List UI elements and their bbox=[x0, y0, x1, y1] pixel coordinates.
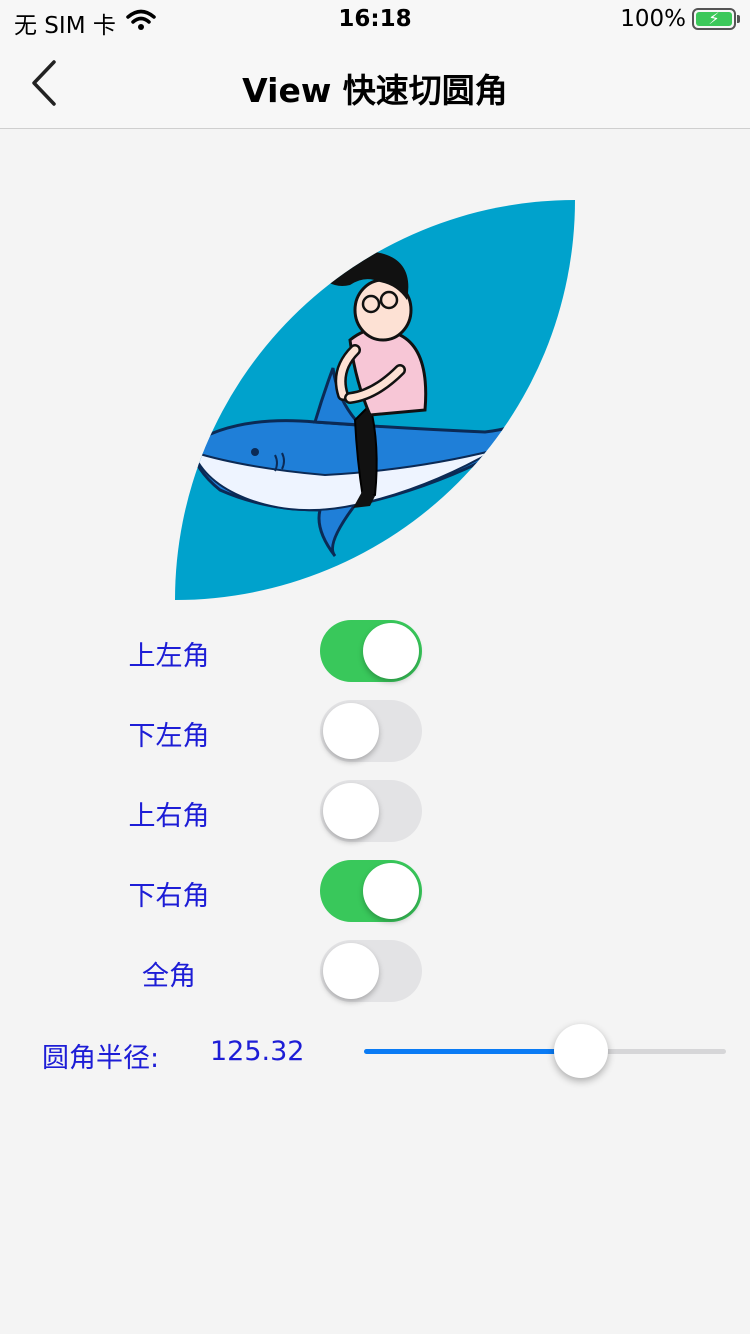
navigation-bar: View 快速切圆角 bbox=[0, 40, 750, 129]
radius-slider[interactable] bbox=[364, 1024, 726, 1078]
radius-row: 圆角半径: 125.32 bbox=[0, 1024, 750, 1078]
top-left-toggle[interactable] bbox=[320, 620, 422, 682]
corner-row-top-left: 上左角 bbox=[0, 620, 750, 682]
battery-percent: 100% bbox=[620, 6, 686, 32]
corner-label-all: 全角 bbox=[142, 961, 196, 992]
status-right: 100% ⚡ bbox=[620, 6, 740, 32]
slider-track-fill bbox=[364, 1049, 582, 1054]
corner-row-all: 全角 bbox=[0, 940, 750, 1002]
top-right-toggle[interactable] bbox=[320, 780, 422, 842]
corner-label-top-left: 上左角 bbox=[128, 641, 210, 672]
rounded-image-view bbox=[175, 200, 575, 600]
battery-icon: ⚡ bbox=[692, 8, 740, 30]
corner-label-top-right: 上右角 bbox=[128, 801, 210, 832]
shark-rider-illustration bbox=[188, 250, 558, 558]
radius-value: 125.32 bbox=[210, 1036, 305, 1067]
bottom-left-toggle[interactable] bbox=[320, 700, 422, 762]
corner-row-top-right: 上右角 bbox=[0, 780, 750, 842]
status-bar: 无 SIM 卡 16:18 100% ⚡ bbox=[0, 0, 750, 40]
corner-label-bottom-left: 下左角 bbox=[128, 721, 210, 752]
corner-row-bottom-left: 下左角 bbox=[0, 700, 750, 762]
slider-thumb[interactable] bbox=[554, 1024, 609, 1078]
corner-row-bottom-right: 下右角 bbox=[0, 860, 750, 922]
corner-label-bottom-right: 下右角 bbox=[128, 881, 210, 912]
all-corners-toggle[interactable] bbox=[320, 940, 422, 1002]
page-title: View 快速切圆角 bbox=[242, 71, 508, 110]
bottom-right-toggle[interactable] bbox=[320, 860, 422, 922]
radius-label: 圆角半径: bbox=[42, 1043, 160, 1074]
